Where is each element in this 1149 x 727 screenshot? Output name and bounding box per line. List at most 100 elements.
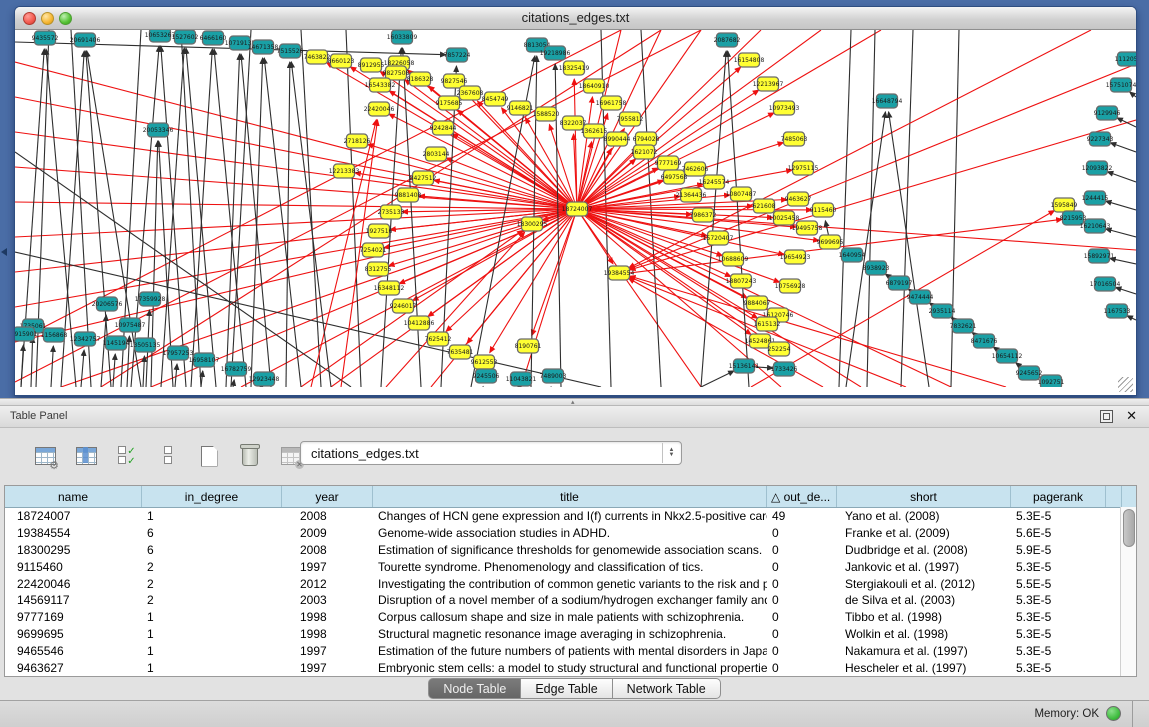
network-node[interactable]: 6497568 <box>661 170 688 184</box>
network-node[interactable]: 6466160 <box>200 31 227 45</box>
column-header-△ out_de...[interactable]: △ out_de... <box>767 486 837 507</box>
network-node[interactable]: 18325419 <box>559 61 590 75</box>
float-panel-icon[interactable] <box>1100 410 1113 423</box>
create-new-column-button[interactable] <box>194 441 224 471</box>
network-node[interactable]: 2735133 <box>378 205 405 219</box>
network-node[interactable]: 8990444 <box>604 132 631 146</box>
network-node[interactable]: 10688609 <box>718 252 749 266</box>
network-node[interactable]: 7254021 <box>360 243 387 257</box>
network-canvas[interactable]: 9435572206914061065326715276026466160107… <box>15 30 1136 387</box>
network-node[interactable]: 8427512 <box>410 171 437 185</box>
network-node[interactable]: 2935114 <box>929 304 956 318</box>
network-node[interactable]: 9242844 <box>430 121 457 135</box>
network-node[interactable]: 10807487 <box>726 187 757 201</box>
table-row[interactable]: 911546021997Tourette syndrome. Phenomeno… <box>5 558 1136 575</box>
network-node[interactable]: 1167533 <box>1104 304 1131 318</box>
window-resize-grip[interactable] <box>1118 377 1133 392</box>
network-node[interactable]: 8186328 <box>407 72 434 86</box>
network-node[interactable]: 1615132 <box>754 317 781 331</box>
table-row[interactable]: 1872400712008Changes of HCN gene express… <box>5 508 1136 525</box>
network-node[interactable]: 19654923 <box>780 250 811 264</box>
network-node[interactable]: 9881408 <box>395 188 422 202</box>
network-node[interactable]: 9474444 <box>907 290 934 304</box>
column-header-pagerank[interactable]: pagerank <box>1011 486 1106 507</box>
network-node[interactable]: 7857224 <box>444 48 471 62</box>
network-node[interactable]: 15892971 <box>1084 249 1115 263</box>
network-node[interactable]: 1595849 <box>1051 198 1078 212</box>
network-node[interactable]: 7955812 <box>617 112 644 126</box>
network-node[interactable]: 9227343 <box>1087 132 1114 146</box>
network-node[interactable]: 9245506 <box>473 369 500 383</box>
network-node[interactable]: 19218986 <box>540 46 571 60</box>
network-node[interactable]: 252254 <box>768 342 791 356</box>
network-node[interactable]: 12975115 <box>788 161 819 175</box>
network-node[interactable]: 10025458 <box>769 211 800 225</box>
network-node[interactable]: 20691406 <box>70 33 101 47</box>
column-header-title[interactable]: title <box>373 486 767 507</box>
table-row[interactable]: 946362711997Embryonic stem cells: a mode… <box>5 659 1136 676</box>
network-node[interactable]: 9246017 <box>390 299 417 313</box>
tab-network-table[interactable]: Network Table <box>613 678 721 699</box>
network-node[interactable]: 7986372 <box>690 208 717 222</box>
memory-ok-indicator-icon[interactable] <box>1106 706 1121 721</box>
network-node[interactable]: 2718126 <box>344 134 371 148</box>
tab-edge-table[interactable]: Edge Table <box>521 678 612 699</box>
table-row[interactable]: 969969511998Structural magnetic resonanc… <box>5 626 1136 643</box>
column-header-filler[interactable] <box>1106 486 1122 507</box>
show-columns-button[interactable] <box>71 441 101 471</box>
column-header-name[interactable]: name <box>5 486 142 507</box>
table-row[interactable]: 946554611997Estimation of the future num… <box>5 642 1136 659</box>
network-node[interactable]: 9435572 <box>32 31 59 45</box>
network-node[interactable]: 6879197 <box>886 276 913 290</box>
network-node[interactable]: 1640954 <box>839 248 866 262</box>
network-node[interactable]: 9699695 <box>817 235 844 249</box>
network-node[interactable]: 17359928 <box>135 292 166 306</box>
network-node[interactable]: 16543382 <box>365 78 396 92</box>
network-node[interactable]: 9463627 <box>785 192 812 206</box>
network-view[interactable]: 9435572206914061065326715276026466160107… <box>15 30 1136 387</box>
network-node[interactable]: 10975487 <box>115 318 146 332</box>
table-row[interactable]: 2242004622012Investigating the contribut… <box>5 575 1136 592</box>
network-node[interactable]: 16961758 <box>596 96 627 110</box>
network-node[interactable]: 8312755 <box>365 262 392 276</box>
network-node[interactable]: 14671358 <box>248 40 279 54</box>
network-node[interactable]: 1092751 <box>1038 375 1065 387</box>
network-node[interactable]: 9612553 <box>471 355 498 369</box>
network-node[interactable]: 16033809 <box>387 30 418 44</box>
network-node[interactable]: 9884067 <box>744 296 771 310</box>
table-row[interactable]: 1938455462009Genome-wide association stu… <box>5 525 1136 542</box>
network-node[interactable]: 7515526 <box>277 44 304 58</box>
network-node[interactable]: 18724007 <box>562 202 593 216</box>
network-node[interactable]: 7635481 <box>447 345 474 359</box>
split-divider-handle-icon[interactable]: ▴ <box>571 399 575 406</box>
tab-node-table[interactable]: Node Table <box>428 678 521 699</box>
network-node[interactable]: 9129946 <box>1094 106 1121 120</box>
network-node[interactable]: 13505135 <box>130 338 161 352</box>
network-node[interactable]: 9245652 <box>1016 366 1043 380</box>
network-node[interactable]: 16210643 <box>1080 219 1111 233</box>
column-header-year[interactable]: year <box>282 486 373 507</box>
network-node[interactable]: 18807243 <box>726 274 757 288</box>
delete-columns-button[interactable] <box>235 441 265 471</box>
network-node[interactable]: 3915901 <box>15 327 38 341</box>
column-header-in_degree[interactable]: in_degree <box>142 486 282 507</box>
network-node[interactable]: 7832621 <box>950 319 977 333</box>
close-panel-icon[interactable]: ✕ <box>1126 408 1137 424</box>
unselect-all-columns-button[interactable] <box>153 441 183 471</box>
network-node[interactable]: 7489003 <box>540 369 567 383</box>
table-row[interactable]: 977716911998Corpus callosum shape and si… <box>5 609 1136 626</box>
network-node[interactable]: 21364436 <box>676 188 707 202</box>
network-node[interactable]: 1527602 <box>172 30 199 44</box>
network-node[interactable]: 8190761 <box>515 339 542 353</box>
network-node[interactable]: 20053346 <box>143 123 174 137</box>
panel-collapse-arrow-icon[interactable] <box>1 248 7 256</box>
select-all-columns-button[interactable]: ✓ ✓ <box>112 441 142 471</box>
network-node[interactable]: 15720407 <box>703 231 734 245</box>
network-node[interactable]: 10756928 <box>775 279 806 293</box>
network-node[interactable]: 12213383 <box>329 164 360 178</box>
network-node[interactable]: 12923448 <box>249 372 280 386</box>
network-node[interactable]: 621608 <box>753 199 776 213</box>
network-node[interactable]: 19384554 <box>604 266 635 280</box>
network-node[interactable]: 20206576 <box>92 297 123 311</box>
network-node[interactable]: 8454749 <box>482 92 509 106</box>
